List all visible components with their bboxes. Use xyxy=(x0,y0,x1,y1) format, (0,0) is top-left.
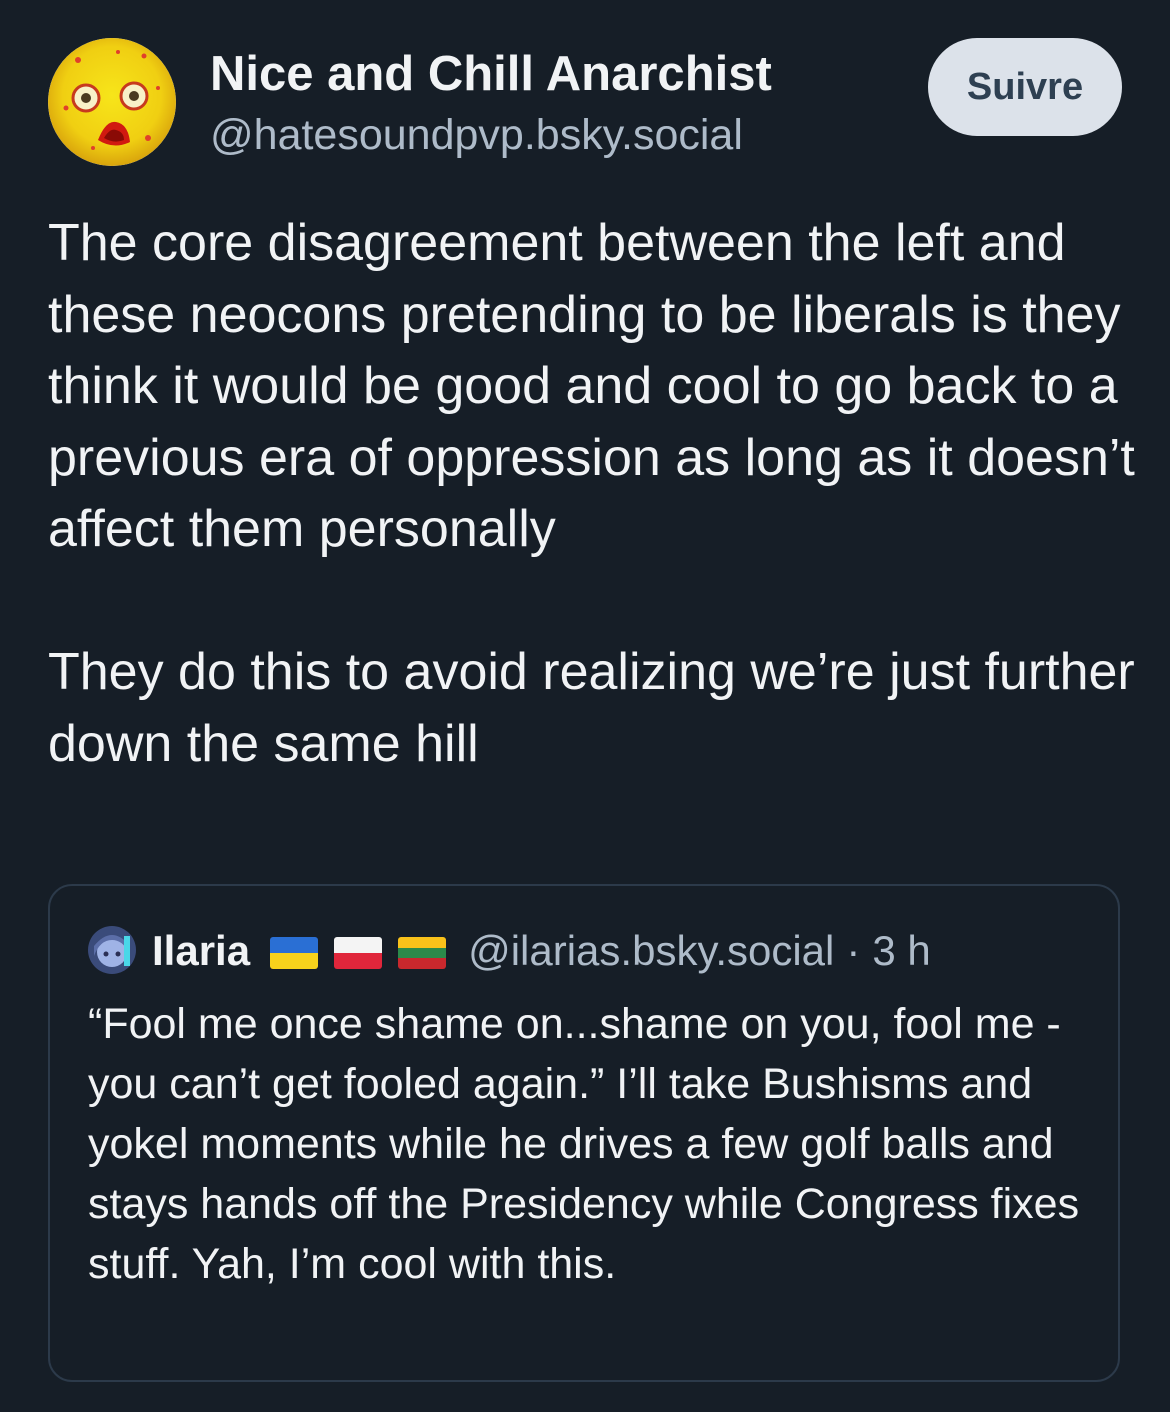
quoted-post[interactable]: Ilaria @ilarias.bsky.social · 3 h “Fool … xyxy=(48,884,1120,1382)
ukraine-flag-icon xyxy=(270,937,319,969)
follow-button[interactable]: Suivre xyxy=(928,38,1122,136)
post-body: The core disagreement between the left a… xyxy=(48,208,1138,780)
author-name[interactable]: Nice and Chill Anarchist xyxy=(210,44,772,104)
quote-body: “Fool me once shame on...shame on you, f… xyxy=(88,1000,1080,1288)
post: Nice and Chill Anarchist @hatesoundpvp.b… xyxy=(0,0,1170,1412)
quote-header-separator: · xyxy=(846,927,861,974)
poland-flag-icon xyxy=(334,937,383,969)
quote-author-avatar[interactable] xyxy=(88,926,136,974)
lithuania-flag-icon xyxy=(398,937,447,969)
quote-author-handle[interactable]: @ilarias.bsky.social xyxy=(468,927,834,975)
post-paragraph: They do this to avoid realizing we’re ju… xyxy=(48,643,1135,773)
author-avatar[interactable] xyxy=(48,38,176,166)
yellow-scream-face-avatar-icon xyxy=(48,38,176,166)
author-handle[interactable]: @hatesoundpvp.bsky.social xyxy=(210,107,743,163)
quote-header: Ilaria @ilarias.bsky.social · 3 h xyxy=(152,926,931,976)
post-paragraph: The core disagreement between the left a… xyxy=(48,214,1135,558)
quote-author-name[interactable]: Ilaria xyxy=(152,927,250,975)
quote-timestamp[interactable]: 3 h xyxy=(872,927,930,975)
anime-avatar-icon xyxy=(88,926,136,974)
